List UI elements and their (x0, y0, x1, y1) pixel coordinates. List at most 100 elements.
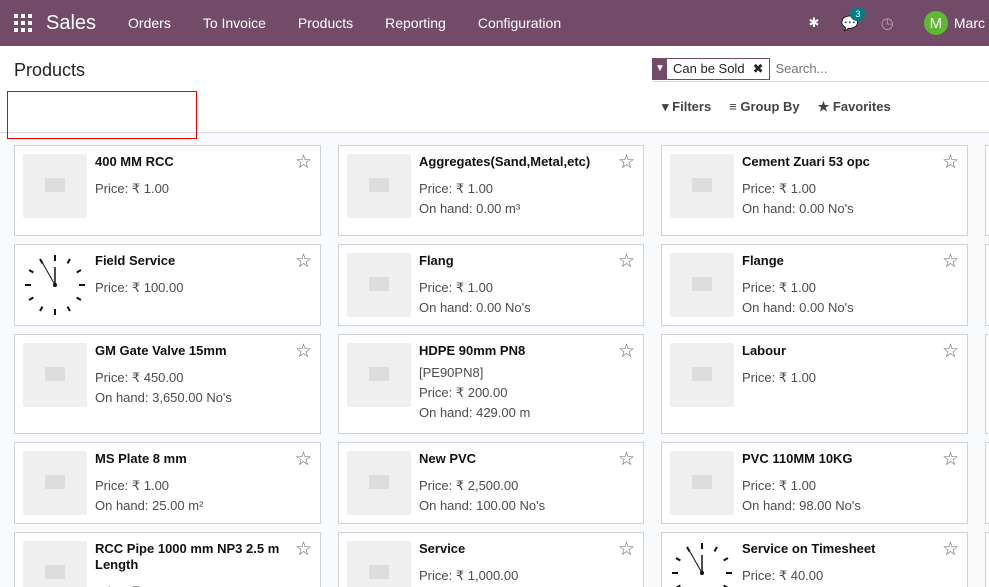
favorite-star-icon[interactable]: ☆ (295, 538, 312, 561)
favorite-star-icon[interactable]: ☆ (942, 151, 959, 174)
favorite-star-icon[interactable]: ☆ (942, 250, 959, 273)
product-card-partial[interactable] (985, 532, 989, 587)
product-onhand: On hand: 0.00 m³ (419, 201, 521, 216)
product-price: Price: ₹ 1.00 (742, 370, 817, 385)
product-onhand: On hand: 25.00 m² (95, 498, 204, 513)
product-price: Price: ₹ 1.00 (419, 181, 494, 196)
favorite-star-icon[interactable]: ☆ (942, 340, 959, 363)
product-name: Service on Timesheet (742, 541, 876, 556)
product-card-partial[interactable] (985, 145, 989, 236)
product-price: Price: ₹ 100.00 (95, 280, 184, 295)
product-card[interactable]: RCC Pipe 1000 mm NP3 2.5 m Length Price: … (14, 532, 321, 587)
product-onhand: On hand: 100.00 No's (419, 498, 546, 513)
messages-icon[interactable]: 💬 3 (841, 6, 866, 32)
product-name: HDPE 90mm PN8 (419, 343, 526, 358)
debug-bug-icon[interactable]: ✱ (808, 15, 819, 31)
search-bar: ▼ Can be Sold ✖ (652, 56, 989, 82)
product-card[interactable]: Labour Price: ₹ 1.00 ☆ (661, 334, 968, 434)
activity-clock-icon[interactable]: ◷ (881, 14, 894, 32)
apps-menu-icon[interactable] (14, 14, 32, 32)
menu-products[interactable]: Products (282, 15, 369, 31)
group-by-label: Group By (740, 99, 800, 114)
product-name: Labour (742, 343, 787, 358)
product-code: [PE90PN8] (419, 365, 484, 380)
favorite-star-icon[interactable]: ☆ (618, 448, 635, 471)
favorite-star-icon[interactable]: ☆ (295, 250, 312, 273)
favorite-star-icon[interactable]: ☆ (618, 538, 635, 561)
product-card[interactable]: Field Service Price: ₹ 100.00 ☆ (14, 244, 321, 326)
product-card[interactable]: Flange Price: ₹ 1.00 On hand: 0.00 No's ☆ (661, 244, 968, 326)
product-onhand: On hand: 0.00 No's (742, 300, 854, 315)
product-card[interactable]: HDPE 90mm PN8 [PE90PN8] Price: ₹ 200.00 On … (338, 334, 644, 434)
product-card[interactable]: Service Price: ₹ 1,000.00 ☆ (338, 532, 644, 587)
product-price: Price: ₹ 1.00 (742, 181, 817, 196)
product-name: PVC 110MM 10KG (742, 451, 853, 466)
product-card[interactable]: Service on Timesheet Price: ₹ 40.00 ☆ (661, 532, 968, 587)
menu-configuration[interactable]: Configuration (462, 15, 577, 31)
product-card[interactable]: 400 MM RCC Price: ₹ 1.00 ☆ (14, 145, 321, 236)
product-name: Flang (419, 253, 454, 268)
product-price: Price: ₹ 200.00 (419, 385, 508, 400)
favorite-star-icon[interactable]: ☆ (295, 448, 312, 471)
product-card[interactable]: GM Gate Valve 15mm Price: ₹ 450.00 On hand… (14, 334, 321, 434)
product-price: Price: ₹ 2,500.00 (419, 478, 519, 493)
list-icon: ≡ (729, 99, 737, 114)
product-name: RCC Pipe 1000 mm NP3 2.5 m Length (95, 541, 280, 572)
product-price: Price: ₹ 1.00 (419, 280, 494, 295)
filters-button[interactable]: ▾ Filters (662, 99, 711, 115)
product-onhand: On hand: 98.00 No's (742, 498, 861, 513)
favorite-star-icon[interactable]: ☆ (942, 448, 959, 471)
menu-to-invoice[interactable]: To Invoice (187, 15, 282, 31)
product-name: Flange (742, 253, 784, 268)
kanban-view: 400 MM RCC Price: ₹ 1.00 ☆ Aggregates(Sand,… (0, 133, 989, 587)
product-price: Price: ₹ 1.00 (742, 478, 817, 493)
page-title: Products (14, 60, 86, 80)
product-price: Price: ₹ 40.00 (742, 568, 824, 583)
product-placeholder-image (670, 343, 734, 407)
product-card[interactable]: Flang Price: ₹ 1.00 On hand: 0.00 No's ☆ (338, 244, 644, 326)
product-card[interactable]: PVC 110MM 10KG Price: ₹ 1.00 On hand: 98.0… (661, 442, 968, 524)
user-name[interactable]: Marc (954, 15, 985, 31)
user-avatar[interactable]: M (923, 11, 948, 35)
product-price: Price: ₹ 1.00 (742, 280, 817, 295)
product-name: Service (419, 541, 466, 556)
facet-remove-icon[interactable]: ✖ (753, 61, 764, 77)
filter-icon: ▾ (662, 99, 669, 114)
product-price: Price: ₹ 1,000.00 (419, 568, 519, 583)
favorite-star-icon[interactable]: ☆ (618, 250, 635, 273)
filters-label: Filters (672, 99, 712, 114)
menu-reporting[interactable]: Reporting (369, 15, 462, 31)
product-card[interactable]: New PVC Price: ₹ 2,500.00 On hand: 100.00 … (338, 442, 644, 524)
product-placeholder-image (347, 154, 411, 218)
product-price: Price: ₹ 450.00 (95, 370, 184, 385)
favorite-star-icon[interactable]: ☆ (295, 340, 312, 363)
product-card-partial[interactable] (985, 244, 989, 326)
filter-icon: ▼ (653, 58, 667, 79)
menu-orders[interactable]: Orders (112, 15, 187, 31)
favorite-star-icon[interactable]: ☆ (295, 151, 312, 174)
product-placeholder-image (670, 451, 734, 515)
product-card[interactable]: Aggregates(Sand,Metal,etc) Price: ₹ 1.00 O… (338, 145, 644, 236)
favorite-star-icon[interactable]: ☆ (942, 538, 959, 561)
app-brand[interactable]: Sales (46, 12, 96, 35)
product-onhand: On hand: 3,650.00 No's (95, 390, 232, 405)
product-name: MS Plate 8 mm (95, 451, 187, 466)
top-navbar: Sales Orders To Invoice Products Reporti… (0, 0, 989, 46)
product-card-partial[interactable] (985, 442, 989, 524)
messages-badge: 3 (850, 6, 866, 21)
product-placeholder-image (347, 451, 411, 515)
product-placeholder-image (347, 253, 411, 317)
favorites-button[interactable]: ★ Favorites (818, 99, 891, 115)
product-name: 400 MM RCC (95, 154, 174, 169)
product-card[interactable]: MS Plate 8 mm Price: ₹ 1.00 On hand: 25.00… (14, 442, 321, 524)
clock-image (23, 253, 87, 317)
product-name: Field Service (95, 253, 176, 268)
search-input[interactable] (775, 61, 989, 76)
product-onhand: On hand: 429.00 m (419, 405, 531, 420)
product-onhand: On hand: 0.00 No's (419, 300, 531, 315)
product-card-partial[interactable] (985, 334, 989, 434)
favorite-star-icon[interactable]: ☆ (618, 151, 635, 174)
favorite-star-icon[interactable]: ☆ (618, 340, 635, 363)
group-by-button[interactable]: ≡ Group By (729, 99, 799, 115)
product-card[interactable]: Cement Zuari 53 opc Price: ₹ 1.00 On hand:… (661, 145, 968, 236)
